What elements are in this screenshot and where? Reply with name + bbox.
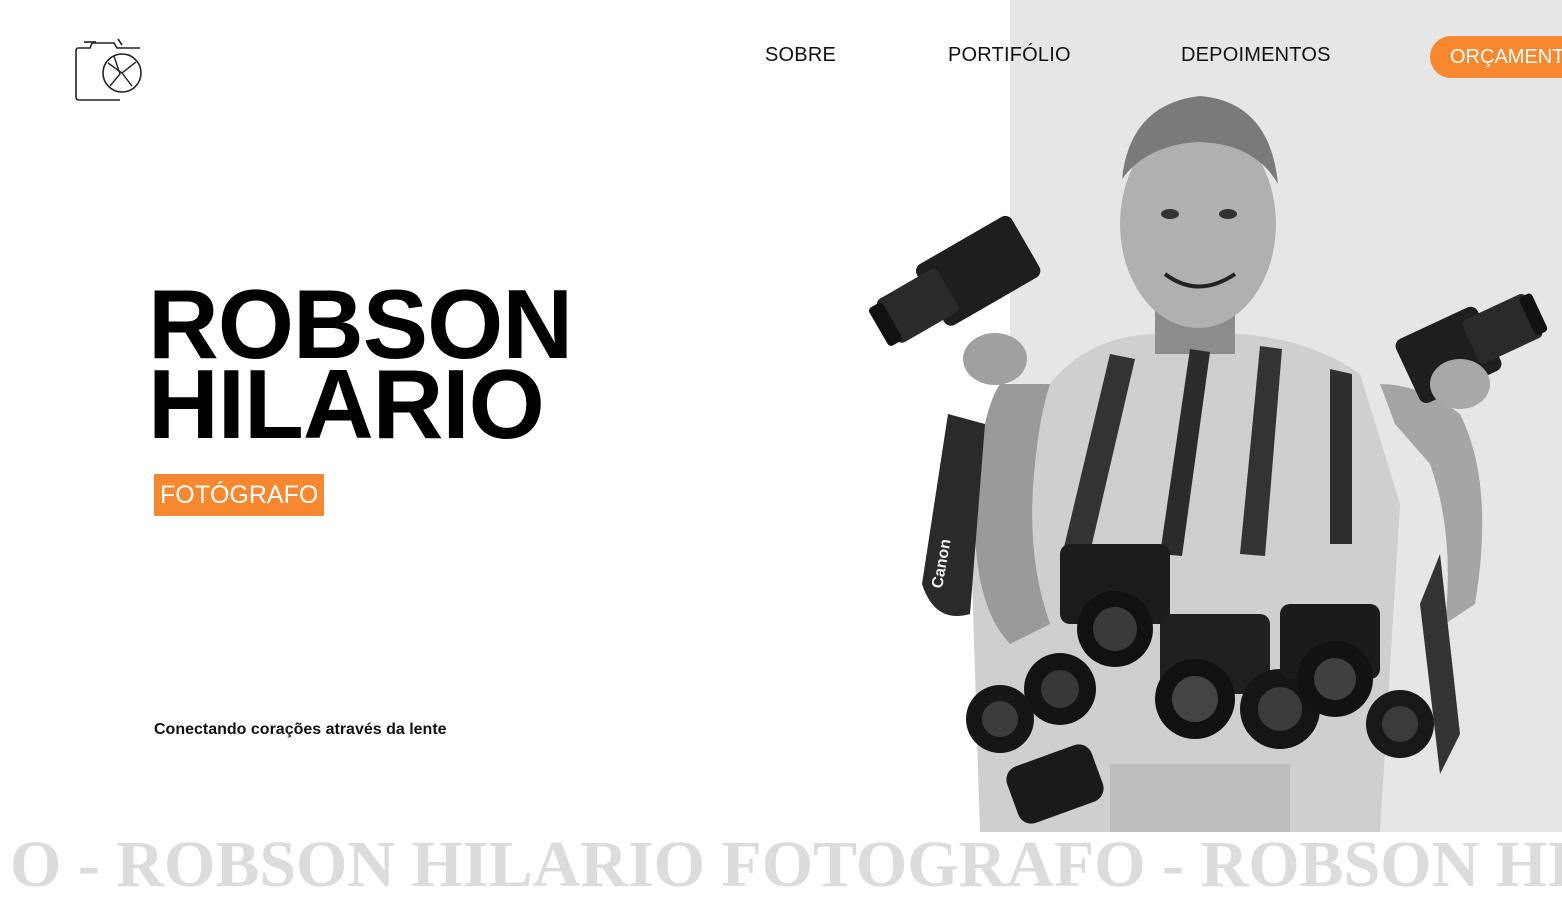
profession-badge: FOTÓGRAFO xyxy=(154,474,325,516)
nav-link-sobre[interactable]: SOBRE xyxy=(765,44,836,67)
hero-tagline: Conectando corações através da lente xyxy=(154,721,447,738)
marquee-text: O - ROBSON HILARIO FOTOGRAFO - ROBSON HI… xyxy=(10,828,1562,901)
page: SOBRE PORTIFÓLIO DEPOIMENTOS ORÇAMENTO R… xyxy=(0,0,1562,906)
orcamento-button[interactable]: ORÇAMENTO xyxy=(1430,36,1562,78)
hero-title-line2: HILARIO xyxy=(148,349,545,459)
nav-link-depoimentos[interactable]: DEPOIMENTOS xyxy=(1181,44,1331,67)
hero-title: ROBSON HILARIO xyxy=(148,275,573,459)
nav-link-portifolio[interactable]: PORTIFÓLIO xyxy=(948,44,1071,67)
camera-logo-icon[interactable] xyxy=(70,34,150,106)
photographer-photo: Canon xyxy=(869,96,1548,832)
